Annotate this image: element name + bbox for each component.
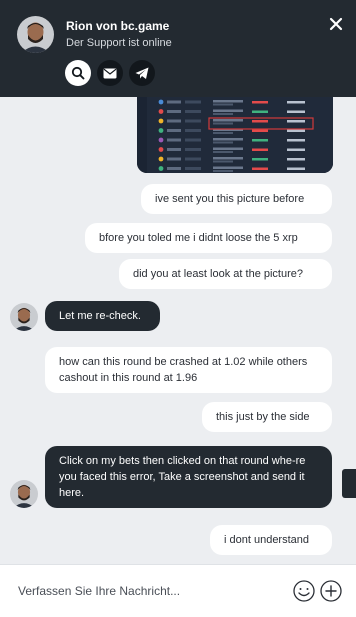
- thumbnail-row-mark: [185, 157, 201, 161]
- thumbnail-row-mark: [185, 138, 201, 142]
- thumbnail-row-mark: [167, 119, 181, 123]
- thumbnail-row-mark: [167, 167, 181, 170]
- emoji-button[interactable]: [292, 579, 316, 603]
- thumbnail-row-mark: [167, 138, 181, 142]
- thumbnail-row-mark: [158, 99, 164, 105]
- message-input[interactable]: [18, 579, 268, 603]
- message-composer: [0, 564, 356, 617]
- thumbnail-row-mark: [185, 129, 201, 132]
- thumbnail-row-mark: [287, 139, 305, 142]
- message-text: ive sent you this picture before: [155, 193, 305, 205]
- thumbnail-row-mark: [158, 166, 164, 171]
- thumbnail-row-mark: [252, 101, 268, 104]
- thumbnail-row-mark: [287, 158, 305, 161]
- thumbnail-row-mark: [252, 148, 268, 151]
- user-message: bfore you toled me i didnt loose the 5 x…: [85, 223, 332, 253]
- attached-screenshot-image[interactable]: [137, 97, 333, 173]
- thumbnail-row-mark: [167, 129, 181, 132]
- close-icon: [329, 17, 343, 31]
- thumbnail-row-mark: [185, 100, 201, 104]
- agent-status: Der Support ist online: [66, 37, 172, 49]
- message-text: how can this round be crashed at 1.02 wh…: [59, 356, 308, 384]
- thumbnail-row-mark: [213, 100, 243, 103]
- thumbnail-row-mark: [185, 167, 201, 170]
- thumbnail-row-mark: [252, 167, 268, 170]
- side-panel-tab[interactable]: [342, 469, 356, 498]
- thumbnail-row-mark: [213, 170, 233, 172]
- thumbnail-row-mark: [252, 120, 268, 123]
- user-message: ive sent you this picture before: [141, 184, 332, 214]
- thumbnail-row-mark: [213, 141, 233, 144]
- thumbnail-row-mark: [185, 148, 201, 151]
- plus-icon: [320, 580, 342, 602]
- user-message: i dont understand: [210, 525, 332, 555]
- thumbnail-row-mark: [158, 156, 164, 162]
- thumbnail-row-mark: [158, 109, 164, 114]
- thumbnail-row-mark: [287, 167, 305, 170]
- agent-avatar-small: [10, 480, 38, 508]
- message-text: did you at least look at the picture?: [133, 268, 303, 280]
- search-icon: [71, 66, 85, 80]
- thumbnail-row-mark: [213, 122, 233, 125]
- thumbnail-row-mark: [167, 110, 181, 113]
- thumbnail-row-mark: [252, 129, 268, 132]
- thumbnail-row-mark: [213, 160, 233, 163]
- thumbnail-row-mark: [213, 151, 233, 153]
- agent-message: Click on my bets then clicked on that ro…: [45, 446, 332, 508]
- agent-avatar-small: [10, 303, 38, 331]
- thumbnail-row-mark: [158, 128, 164, 133]
- message-text: i dont understand: [224, 534, 310, 546]
- thumbnail-row-mark: [213, 166, 243, 169]
- telegram-button[interactable]: [129, 60, 155, 86]
- agent-avatar: [17, 16, 54, 53]
- emoji-icon: [293, 580, 315, 602]
- thumbnail-row-mark: [158, 118, 164, 124]
- thumbnail-row-mark: [287, 129, 305, 132]
- thumbnail-row-mark: [252, 139, 268, 142]
- mail-icon: [103, 68, 117, 78]
- thumbnail-row-mark: [213, 132, 233, 134]
- message-list[interactable]: ive sent you this picture before bfore y…: [0, 97, 356, 564]
- thumbnail-row-mark: [287, 120, 305, 123]
- thumbnail-row-mark: [213, 119, 243, 122]
- user-message: this just by the side: [202, 402, 332, 432]
- thumbnail-row-mark: [213, 157, 243, 160]
- message-text: Let me re-check.: [59, 310, 141, 322]
- thumbnail-row-mark: [252, 110, 268, 113]
- chat-header: Rion von bc.game Der Support ist online: [0, 0, 356, 97]
- user-message: how can this round be crashed at 1.02 wh…: [45, 347, 332, 393]
- message-text: Click on my bets then clicked on that ro…: [59, 455, 306, 499]
- agent-name: Rion von bc.game: [66, 19, 170, 33]
- thumbnail-row-mark: [167, 148, 181, 151]
- thumbnail-row-mark: [185, 110, 201, 113]
- thumbnail-row-mark: [252, 158, 268, 161]
- user-message: did you at least look at the picture?: [119, 259, 332, 289]
- thumbnail-row-mark: [167, 157, 181, 161]
- thumbnail-row-mark: [213, 103, 233, 106]
- contact-options: [65, 60, 155, 86]
- thumbnail-row-mark: [287, 110, 305, 113]
- thumbnail-row-mark: [185, 119, 201, 123]
- thumbnail-row-mark: [213, 147, 243, 150]
- thumbnail-row-mark: [213, 109, 243, 112]
- thumbnail-row-mark: [158, 137, 164, 143]
- mail-button[interactable]: [97, 60, 123, 86]
- telegram-icon: [135, 67, 149, 79]
- thumbnail-row-mark: [287, 101, 305, 104]
- close-button[interactable]: [328, 16, 344, 32]
- thumbnail-row-mark: [287, 148, 305, 151]
- thumbnail-row-mark: [213, 138, 243, 141]
- search-button[interactable]: [65, 60, 91, 86]
- message-text: this just by the side: [216, 411, 310, 423]
- message-text: bfore you toled me i didnt loose the 5 x…: [99, 232, 298, 244]
- agent-message: Let me re-check.: [45, 301, 160, 331]
- attach-button[interactable]: [319, 579, 343, 603]
- thumbnail-row-mark: [158, 147, 164, 152]
- thumbnail-row-mark: [213, 113, 233, 115]
- thumbnail-row-mark: [167, 100, 181, 104]
